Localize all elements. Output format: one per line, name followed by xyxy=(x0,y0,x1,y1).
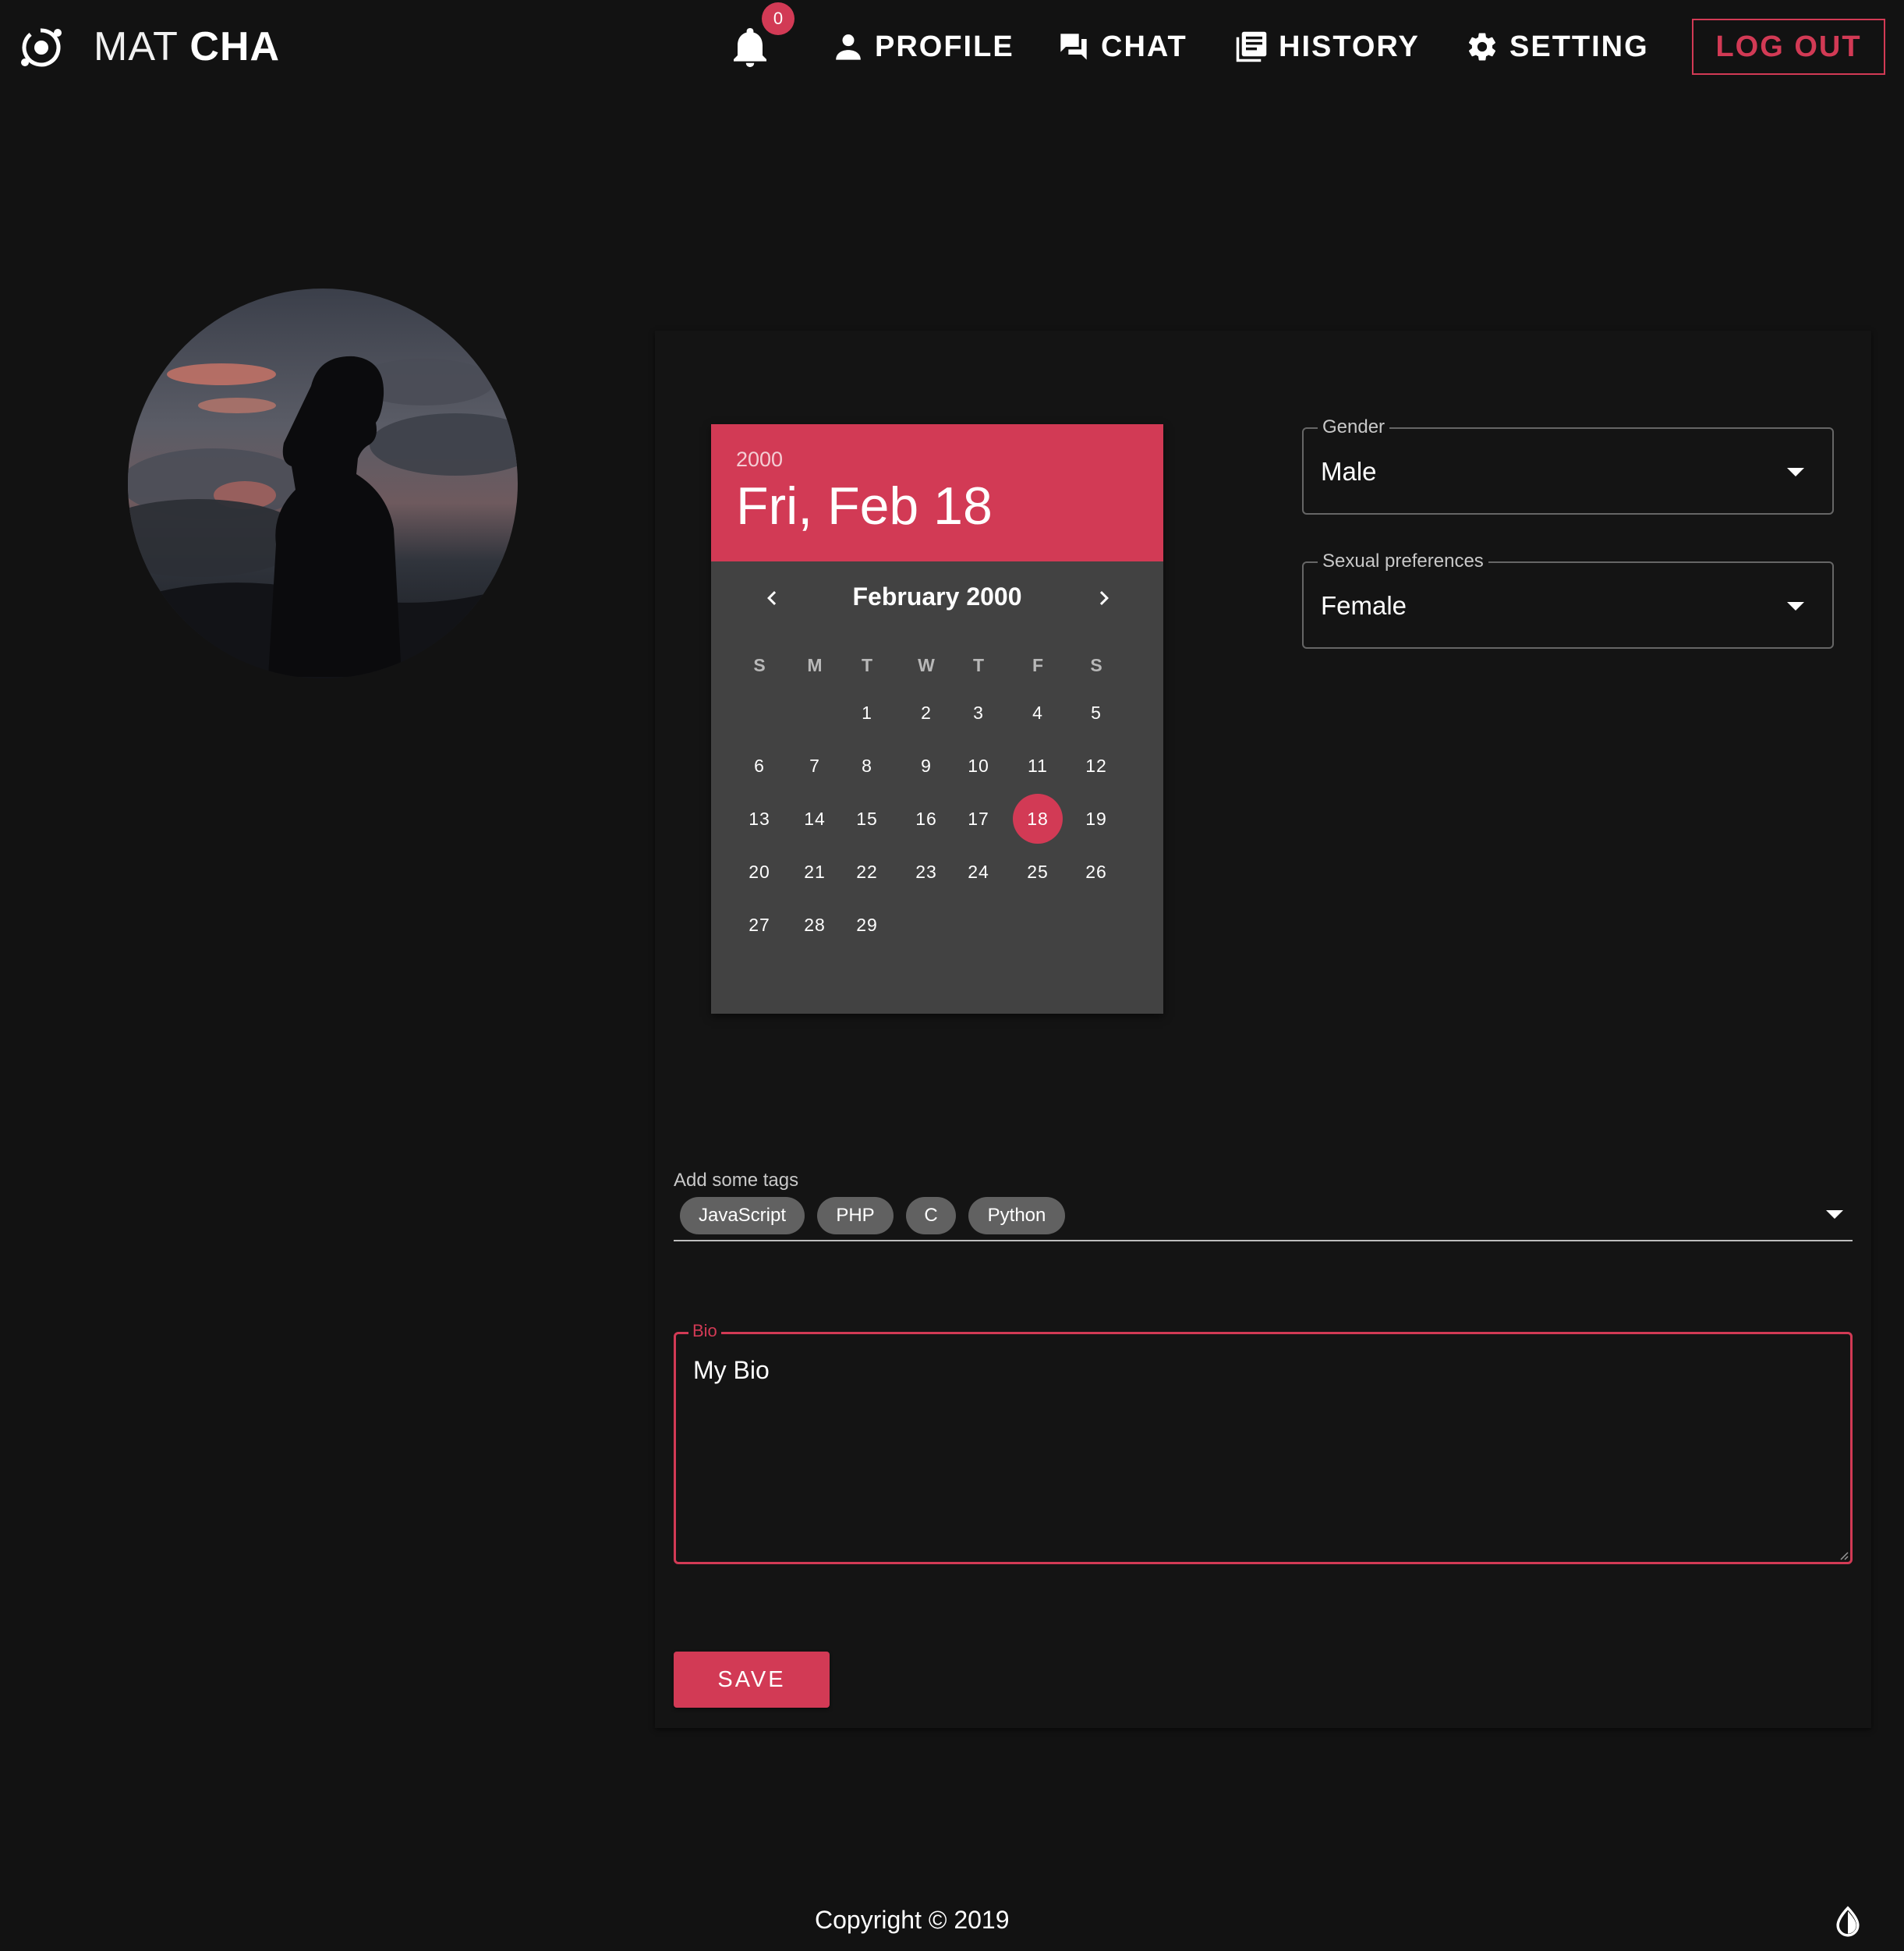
nav-profile-label: PROFILE xyxy=(875,30,1014,63)
calendar-day[interactable]: 25 xyxy=(1013,847,1063,897)
calendar-day[interactable]: 12 xyxy=(1071,741,1121,791)
bio-label: Bio xyxy=(688,1321,721,1341)
logout-button[interactable]: LOG OUT xyxy=(1692,19,1885,75)
library-books-icon xyxy=(1236,31,1267,62)
calendar-day[interactable]: 19 xyxy=(1071,794,1121,844)
brand-name-thin: MAT xyxy=(94,24,178,69)
tag-chip[interactable]: JavaScript xyxy=(680,1197,805,1234)
notification-bell-icon[interactable] xyxy=(731,28,769,69)
calendar-day[interactable]: 20 xyxy=(734,847,784,897)
bio-textarea[interactable]: Bio My Bio xyxy=(674,1321,1853,1564)
nav-profile[interactable]: PROFILE xyxy=(833,23,1014,70)
calendar-day[interactable]: 10 xyxy=(954,741,1003,791)
calendar-day[interactable]: 17 xyxy=(954,794,1003,844)
calendar-day[interactable]: 16 xyxy=(901,794,951,844)
weekday-label: S xyxy=(1090,655,1102,675)
weekday-label: F xyxy=(1032,655,1044,675)
calendar-day[interactable]: 9 xyxy=(901,741,951,791)
weekday-label: W xyxy=(918,655,935,675)
tags-input-underline[interactable] xyxy=(674,1240,1853,1241)
calendar-day[interactable]: 8 xyxy=(842,741,892,791)
nav-setting[interactable]: SETTING xyxy=(1466,23,1649,70)
weekday-label: T xyxy=(861,655,873,675)
calendar-day[interactable]: 11 xyxy=(1013,741,1063,791)
tag-chip[interactable]: C xyxy=(906,1197,956,1234)
top-bar: MAT CHA 0 PROFILE CHAT HISTORY SETTING L… xyxy=(0,0,1904,95)
sexual-preferences-select[interactable]: Sexual preferences Female xyxy=(1302,551,1834,649)
calendar-day[interactable]: 1 xyxy=(842,688,892,738)
calendar-day[interactable]: 7 xyxy=(790,741,840,791)
calendar-day[interactable]: 27 xyxy=(734,900,784,950)
chevron-right-icon[interactable] xyxy=(1090,584,1118,612)
date-picker-year[interactable]: 2000 xyxy=(736,448,783,472)
weekday-label: S xyxy=(753,655,766,675)
gear-icon xyxy=(1468,33,1496,61)
page: MAT CHA 0 PROFILE CHAT HISTORY SETTING L… xyxy=(0,0,1904,1951)
person-icon xyxy=(836,34,861,60)
dropdown-arrow-icon xyxy=(1787,468,1804,476)
avatar-photo xyxy=(128,289,518,678)
chat-icon xyxy=(1060,34,1087,60)
gender-select[interactable]: Gender Male xyxy=(1302,416,1834,515)
calendar-day[interactable]: 22 xyxy=(842,847,892,897)
bio-value: My Bio xyxy=(693,1356,770,1384)
dropdown-arrow-icon xyxy=(1787,602,1804,611)
nav-history-label: HISTORY xyxy=(1279,30,1420,63)
tag-chip[interactable]: Python xyxy=(968,1197,1065,1234)
calendar-day[interactable]: 26 xyxy=(1071,847,1121,897)
calendar-day[interactable]: 5 xyxy=(1071,688,1121,738)
calendar-day[interactable]: 4 xyxy=(1013,688,1063,738)
date-picker-header: 2000 Fri, Feb 18 xyxy=(711,424,1163,561)
calendar-day[interactable]: 28 xyxy=(790,900,840,950)
calendar-day-selected[interactable]: 18 xyxy=(1013,794,1063,844)
brand-name-bold: CHA xyxy=(189,24,281,69)
calendar-day[interactable]: 3 xyxy=(954,688,1003,738)
nav-chat-label: CHAT xyxy=(1101,30,1187,63)
copyright-text: Copyright © 2019 xyxy=(815,1906,1010,1934)
date-picker-selected-date: Fri, Feb 18 xyxy=(736,476,993,536)
theme-toggle-icon[interactable] xyxy=(1834,1906,1862,1937)
calendar-day[interactable]: 29 xyxy=(842,900,892,950)
calendar-day[interactable]: 24 xyxy=(954,847,1003,897)
calendar-day[interactable]: 14 xyxy=(790,794,840,844)
calendar-day[interactable]: 13 xyxy=(734,794,784,844)
brand-name[interactable]: MAT CHA xyxy=(94,23,280,70)
nav-chat[interactable]: CHAT xyxy=(1057,23,1187,70)
nav-setting-label: SETTING xyxy=(1509,30,1649,63)
tags-label: Add some tags xyxy=(674,1170,799,1191)
gender-label: Gender xyxy=(1318,416,1390,438)
sexual-preferences-value: Female xyxy=(1321,591,1407,620)
calendar-day[interactable]: 6 xyxy=(734,741,784,791)
calendar-day[interactable]: 21 xyxy=(790,847,840,897)
calendar-day[interactable]: 23 xyxy=(901,847,951,897)
sexual-preferences-label: Sexual preferences xyxy=(1318,551,1488,572)
tag-chip[interactable]: PHP xyxy=(817,1197,894,1234)
weekday-label: M xyxy=(807,655,823,675)
calendar-day[interactable]: 15 xyxy=(842,794,892,844)
notification-badge: 0 xyxy=(762,2,795,35)
avatar[interactable] xyxy=(128,289,518,678)
date-picker: 2000 Fri, Feb 18 February 2000 SMTWTFS 1… xyxy=(711,424,1163,1014)
tags-dropdown-arrow-icon[interactable] xyxy=(1826,1210,1843,1219)
calendar-day[interactable]: 2 xyxy=(901,688,951,738)
save-button[interactable]: SAVE xyxy=(674,1652,830,1708)
gender-value: Male xyxy=(1321,457,1377,486)
logo-icon[interactable] xyxy=(17,23,65,72)
weekday-label: T xyxy=(972,655,985,675)
nav-history[interactable]: HISTORY xyxy=(1235,23,1420,70)
resize-grip-icon[interactable] xyxy=(1838,1549,1849,1560)
